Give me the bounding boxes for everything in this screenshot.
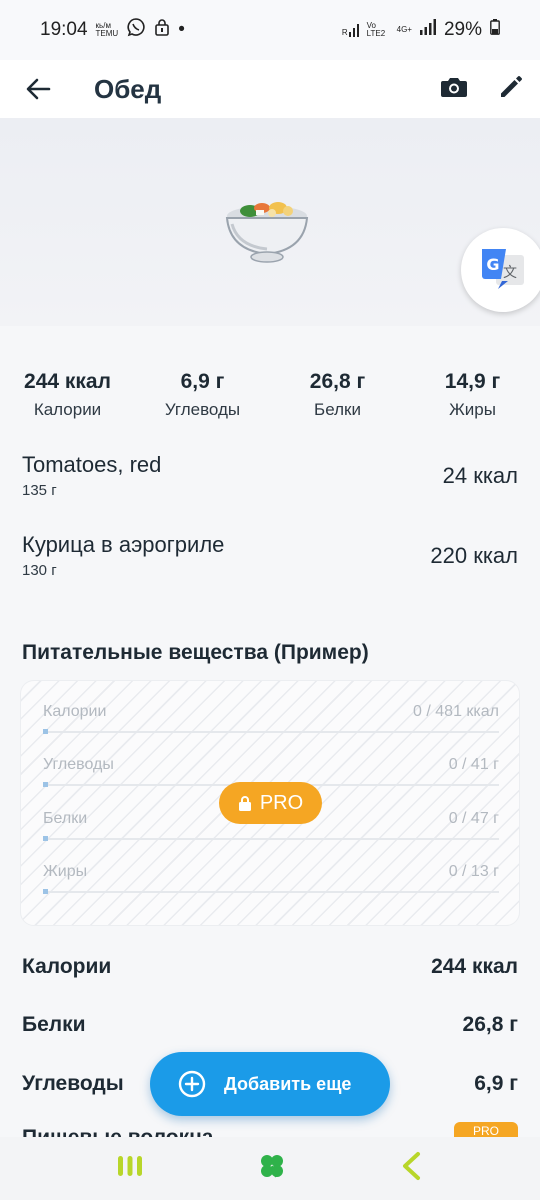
notification-icon-kbm: кь/м TEMU — [95, 21, 119, 38]
food-name: Курица в аэрогриле — [22, 532, 225, 557]
nutrient-value: 0 / 13 г — [448, 863, 499, 880]
bars-icon — [118, 1156, 143, 1176]
macro-protein: 26,8 г Белки — [270, 370, 405, 420]
status-time: 19:04 — [40, 19, 88, 40]
salad-bowl-icon — [225, 202, 309, 263]
camera-button[interactable] — [440, 75, 468, 104]
status-dot: • — [178, 19, 185, 40]
summary-label: Калории — [22, 955, 112, 978]
summary-row-calories: Калории 244 ккал — [22, 955, 518, 979]
nav-back-button[interactable] — [400, 1151, 424, 1186]
nutrients-section-title: Питательные вещества (Пример) — [22, 641, 369, 664]
nutrient-value: 0 / 47 г — [448, 810, 499, 827]
summary-label: Углеводы — [22, 1072, 124, 1095]
macro-fat: 14,9 г Жиры — [405, 370, 540, 420]
battery-icon — [490, 19, 500, 41]
arrow-left-icon — [26, 78, 51, 100]
status-bar: 19:04 кь/м TEMU • R Vo LTE2 4G+ 29% — [0, 0, 540, 60]
nutrient-row-calories: Калории 0 / 481 ккал — [43, 703, 499, 734]
macro-value: 26,8 г — [309, 370, 366, 393]
back-button[interactable] — [0, 60, 76, 118]
food-name: Tomatoes, red — [22, 452, 162, 477]
nav-home-button[interactable] — [257, 1151, 287, 1186]
signal-icon-r: R — [342, 23, 359, 37]
plus-circle-icon — [178, 1070, 206, 1098]
macro-value: 14,9 г — [444, 370, 501, 393]
nutrient-label: Жиры — [43, 863, 88, 880]
battery-percent: 29% — [443, 19, 482, 40]
nutrient-label: Углеводы — [43, 756, 114, 773]
volte-label: Vo LTE2 — [366, 21, 386, 38]
lock-status-icon — [154, 18, 170, 42]
add-more-button[interactable]: Добавить еще — [150, 1052, 390, 1116]
svg-text:文: 文 — [503, 265, 517, 281]
chevron-left-icon — [402, 1152, 420, 1180]
food-amount: 130 г — [22, 562, 57, 579]
food-amount: 135 г — [22, 482, 57, 499]
macro-label: Белки — [314, 400, 361, 419]
nutrients-locked-card[interactable]: Калории 0 / 481 ккал Углеводы 0 / 41 г Б… — [20, 680, 520, 926]
app-bar: Обед — [0, 60, 540, 118]
lock-icon — [238, 795, 251, 811]
add-more-label: Добавить еще — [224, 1073, 352, 1094]
nutrient-progress-bar — [43, 729, 499, 734]
google-translate-icon: 文 G — [482, 249, 524, 289]
nutrient-row-fat: Жиры 0 / 13 г — [43, 863, 499, 894]
svg-text:G: G — [486, 255, 499, 274]
summary-label: Белки — [22, 1013, 86, 1036]
viber-icon — [126, 17, 146, 43]
food-kcal: 220 ккал — [430, 542, 518, 568]
signal-bars-icon — [419, 19, 436, 41]
macro-value: 244 ккал — [24, 370, 111, 393]
bottom-nav — [0, 1137, 540, 1200]
food-item-chicken[interactable]: Курица в аэрогриле 130 г 220 ккал — [22, 532, 518, 579]
nutrient-progress-bar — [43, 889, 499, 894]
summary-row-protein: Белки 26,8 г — [22, 1013, 518, 1037]
nutrient-label: Белки — [43, 810, 88, 827]
food-item-tomatoes[interactable]: Tomatoes, red 135 г 24 ккал — [22, 452, 518, 499]
nutrient-value: 0 / 41 г — [448, 756, 499, 773]
nutrient-label: Калории — [43, 703, 107, 720]
macro-carbs: 6,9 г Углеводы — [135, 370, 270, 420]
pro-label: PRO — [259, 791, 304, 814]
macro-value: 6,9 г — [180, 370, 225, 393]
nutrient-value: 0 / 481 ккал — [413, 703, 499, 720]
macro-label: Калории — [33, 400, 102, 419]
summary-value: 244 ккал — [431, 955, 518, 978]
macro-calories: 244 ккал Калории — [0, 370, 135, 420]
clover-icon — [260, 1155, 283, 1178]
macro-label: Углеводы — [164, 400, 241, 419]
nutrient-progress-bar — [43, 836, 499, 841]
pencil-icon — [501, 75, 522, 97]
food-kcal: 24 ккал — [442, 462, 518, 488]
meal-image-area[interactable]: 文 G — [0, 118, 540, 326]
camera-icon — [441, 77, 467, 97]
nav-menu-button[interactable] — [116, 1154, 144, 1183]
google-translate-button[interactable]: 文 G — [461, 228, 540, 312]
network-label: 4G+ — [396, 25, 412, 34]
summary-value: 26,8 г — [462, 1013, 518, 1036]
summary-value: 6,9 г — [474, 1072, 518, 1095]
page-title: Обед — [94, 73, 162, 104]
edit-button[interactable] — [498, 74, 524, 105]
macros-summary: 244 ккал Калории 6,9 г Углеводы 26,8 г Б… — [0, 370, 540, 420]
pro-unlock-button[interactable]: PRO — [219, 782, 322, 824]
macro-label: Жиры — [449, 400, 496, 419]
